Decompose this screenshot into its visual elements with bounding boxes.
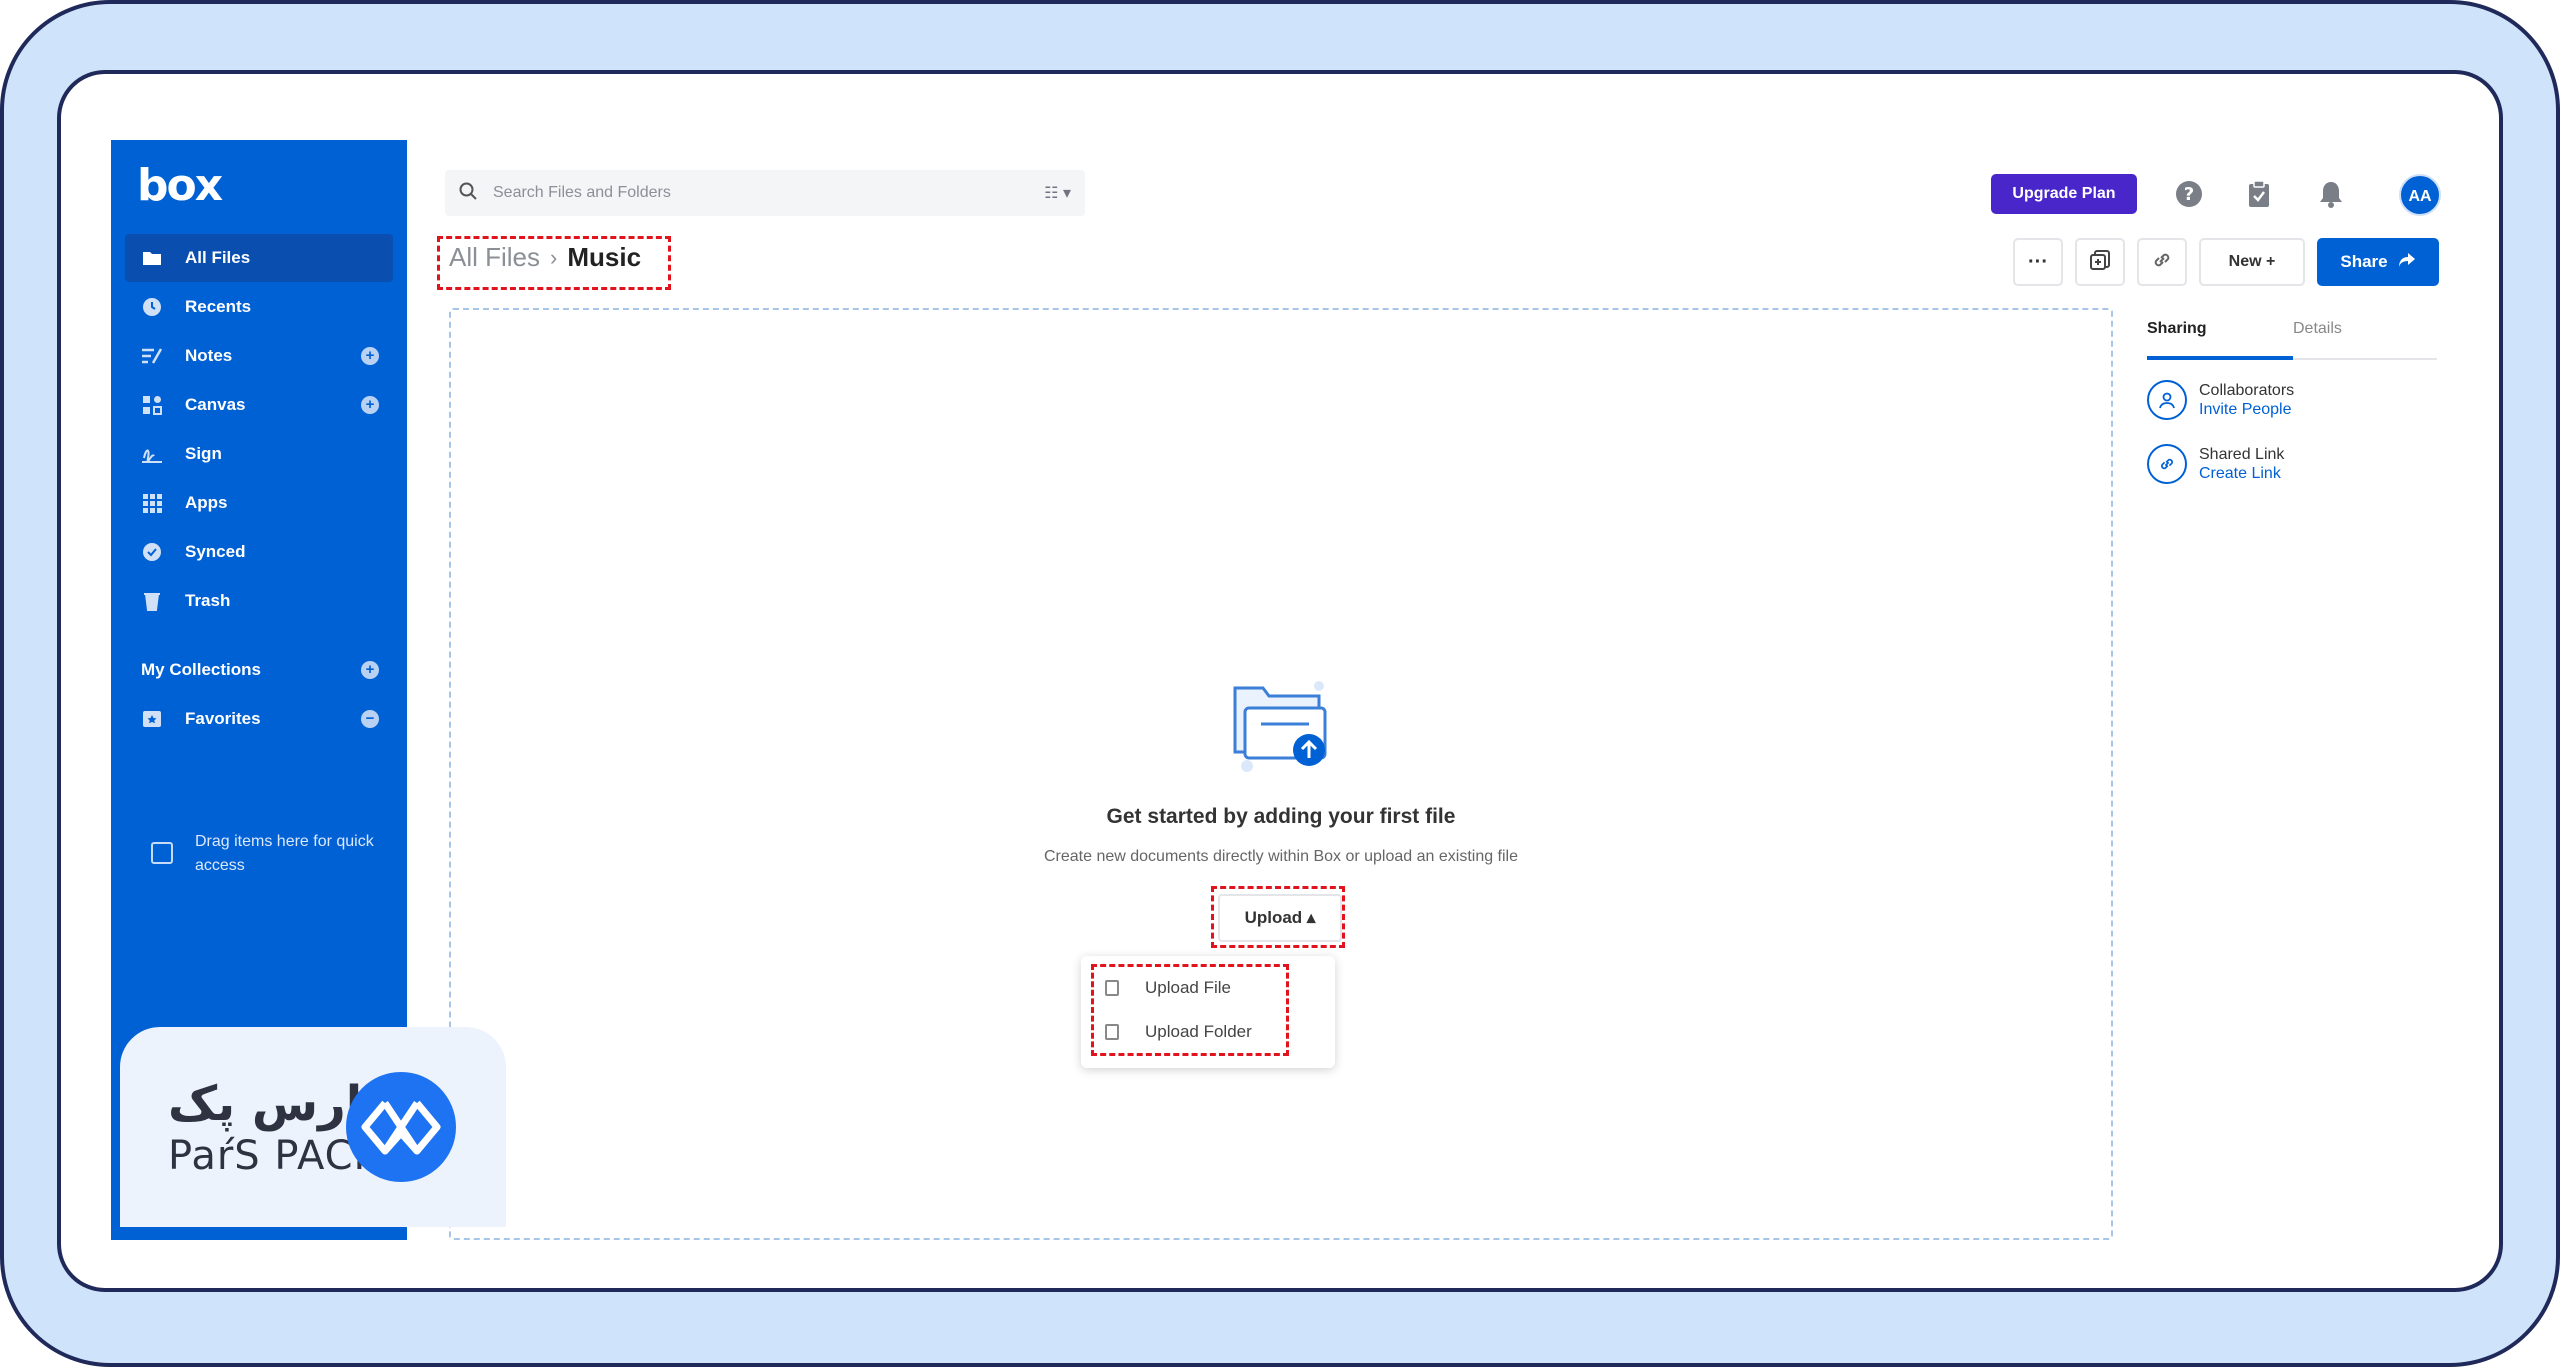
sidebar-item-trash[interactable]: Trash xyxy=(125,577,393,625)
share-button[interactable]: Share xyxy=(2317,238,2439,286)
sidebar-item-label: Favorites xyxy=(185,709,261,728)
drag-hint-text: Drag items here for quick access xyxy=(195,833,374,874)
sidebar-item-label: Apps xyxy=(185,493,228,512)
folder-upload-icon xyxy=(1227,676,1337,781)
canvas-icon xyxy=(141,394,163,416)
search-icon xyxy=(459,182,477,205)
empty-state-subtitle: Create new documents directly within Box… xyxy=(1043,848,1519,865)
sidebar-item-label: Notes xyxy=(185,346,233,365)
sidebar-item-sign[interactable]: Sign xyxy=(125,430,393,478)
sidebar-item-label: Trash xyxy=(185,591,231,610)
active-tab-indicator xyxy=(2147,356,2293,360)
folder-icon xyxy=(141,247,163,269)
more-options-button[interactable]: ··· xyxy=(2013,238,2063,286)
upload-button-highlight xyxy=(1211,886,1345,948)
sidebar-item-synced[interactable]: Synced xyxy=(125,528,393,576)
search-input[interactable]: Search Files and Folders xyxy=(493,184,671,202)
collaborators-title: Collaborators xyxy=(2199,382,2295,399)
sidebar-item-all-files[interactable]: All Files xyxy=(125,234,393,282)
add-canvas-icon[interactable]: + xyxy=(361,396,379,414)
upload-menu-highlight xyxy=(1091,964,1289,1056)
sidebar-item-label: Synced xyxy=(185,542,246,561)
collections-add-button[interactable] xyxy=(2075,238,2125,286)
link-icon xyxy=(2147,444,2187,484)
breadcrumb-highlight xyxy=(437,236,671,290)
sidebar-item-label: Canvas xyxy=(185,395,246,414)
search-filter-button[interactable]: ☷ ▾ xyxy=(1044,183,1071,203)
notes-icon xyxy=(141,345,163,367)
shared-link-title: Shared Link xyxy=(2199,446,2285,463)
drag-hint: Drag items here for quick access xyxy=(151,830,381,878)
sign-icon xyxy=(141,443,163,465)
notifications-bell-icon[interactable] xyxy=(2315,178,2347,210)
box-logo[interactable]: box xyxy=(137,160,223,211)
add-collection-icon[interactable]: + xyxy=(361,661,379,679)
person-icon xyxy=(2147,380,2187,420)
svg-text:?: ? xyxy=(2184,184,2194,205)
drop-target-icon xyxy=(151,842,173,864)
trash-icon xyxy=(141,590,163,612)
sidebar-item-recents[interactable]: Recents xyxy=(125,283,393,331)
star-folder-icon xyxy=(141,708,163,730)
tab-details[interactable]: Details xyxy=(2293,320,2342,358)
sidebar-item-my-collections[interactable]: My Collections + xyxy=(125,646,393,694)
side-panel-tabs: Sharing Details xyxy=(2147,320,2437,360)
link-icon xyxy=(2151,249,2173,276)
user-avatar[interactable]: AA xyxy=(2399,174,2441,216)
copy-icon xyxy=(2089,249,2111,276)
help-icon[interactable]: ? xyxy=(2173,178,2205,210)
check-circle-icon xyxy=(141,541,163,563)
search-bar[interactable]: Search Files and Folders ☷ ▾ xyxy=(445,170,1085,216)
new-button[interactable]: New + xyxy=(2199,238,2305,286)
sidebar-item-notes[interactable]: Notes + xyxy=(125,332,393,380)
file-drop-zone[interactable]: Get started by adding your first file Cr… xyxy=(449,308,2113,1240)
sidebar-item-favorites[interactable]: Favorites − xyxy=(125,695,393,743)
favorites-toggle-icon[interactable]: − xyxy=(361,710,379,728)
share-button-label: Share xyxy=(2340,252,2388,271)
create-link-link[interactable]: Create Link xyxy=(2199,464,2284,483)
empty-state-title: Get started by adding your first file xyxy=(1106,805,1456,828)
shared-link-row[interactable]: Shared Link Create Link xyxy=(2147,440,2447,488)
copy-link-button[interactable] xyxy=(2137,238,2187,286)
add-note-icon[interactable]: + xyxy=(361,347,379,365)
sidebar-item-label: My Collections xyxy=(141,660,261,679)
sidebar-item-canvas[interactable]: Canvas + xyxy=(125,381,393,429)
clock-icon xyxy=(141,296,163,318)
sidebar-item-label: Sign xyxy=(185,444,222,463)
sidebar-item-label: Recents xyxy=(185,297,252,316)
upgrade-plan-button[interactable]: Upgrade Plan xyxy=(1991,174,2137,214)
tab-sharing[interactable]: Sharing xyxy=(2147,320,2207,358)
sidebar-item-label: All Files xyxy=(185,248,251,267)
invite-people-link[interactable]: Invite People xyxy=(2199,400,2294,419)
collaborators-row[interactable]: Collaborators Invite People xyxy=(2147,376,2447,424)
tasks-clipboard-icon[interactable] xyxy=(2243,178,2275,210)
apps-grid-icon xyxy=(141,492,163,514)
sidebar-item-apps[interactable]: Apps xyxy=(125,479,393,527)
share-arrow-icon xyxy=(2398,252,2416,273)
parspack-logo-icon xyxy=(346,1072,456,1182)
